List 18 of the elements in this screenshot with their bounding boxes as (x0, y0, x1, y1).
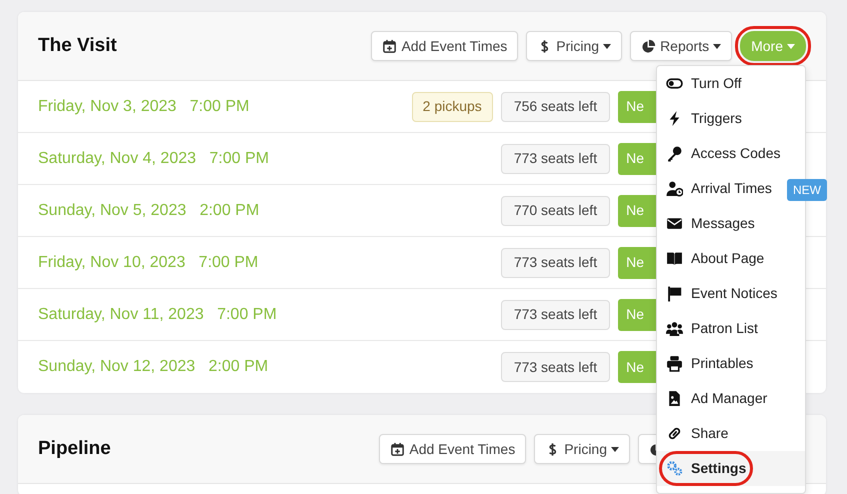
pricing-button[interactable]: Pricing (526, 31, 622, 61)
menu-item[interactable]: Ad Manager (657, 381, 805, 416)
new-badge: NEW (787, 179, 827, 201)
seats-left-tag: 773 seats left (500, 144, 610, 174)
event-title: Pipeline (38, 436, 111, 461)
seats-left-tag: 773 seats left (500, 352, 610, 382)
seats-left-tag: 770 seats left (500, 196, 610, 226)
pricing-button[interactable]: Pricing (534, 434, 630, 464)
add-event-times-button[interactable]: Add Event Times (371, 31, 518, 61)
menu-item[interactable]: Settings (657, 451, 805, 486)
add-event-times-button[interactable]: Add Event Times (379, 434, 526, 464)
event-title: The Visit (38, 34, 117, 58)
seats-left-tag: 773 seats left (500, 248, 610, 278)
seats-left-tag: 756 seats left (500, 92, 610, 122)
reports-button[interactable]: Reports (630, 31, 732, 61)
menu-item[interactable]: Share (657, 416, 805, 451)
seats-left-tag: 773 seats left (500, 300, 610, 330)
pickups-tag: 2 pickups (412, 92, 493, 122)
